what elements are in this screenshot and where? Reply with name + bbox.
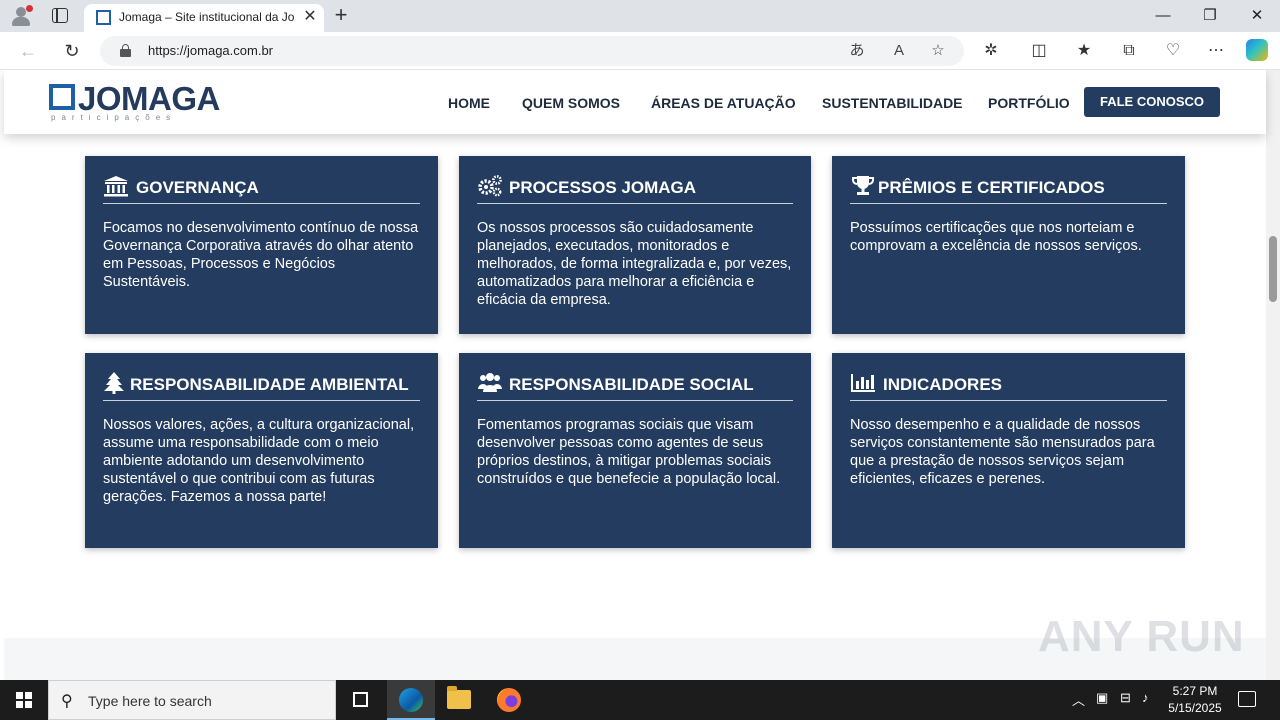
- card-text: Os nossos processos são cuidadosamente p…: [477, 220, 792, 308]
- search-icon: ⚲: [61, 693, 73, 710]
- network-icon[interactable]: ⊟: [1120, 690, 1131, 706]
- bar-chart-icon: [851, 374, 875, 392]
- card-text: Focamos no desenvolvimento contínuo de n…: [103, 220, 419, 290]
- card-title: RESPONSABILIDADE AMBIENTAL: [130, 375, 409, 394]
- gears-icon: [478, 175, 502, 197]
- tray-overflow-chevron-icon[interactable]: ︿: [1072, 690, 1085, 709]
- card-indicadores: INDICADORES Nosso desempenho e a qualida…: [832, 353, 1185, 548]
- users-icon: [478, 373, 502, 392]
- extensions-icon[interactable]: ✲: [979, 40, 1003, 62]
- lock-icon[interactable]: [120, 44, 131, 57]
- firefox-icon: [497, 688, 521, 712]
- nav-areas-de-atuacao[interactable]: ÁREAS DE ATUAÇÃO: [651, 95, 796, 111]
- copilot-icon[interactable]: [1246, 39, 1268, 61]
- card-responsabilidade-social: RESPONSABILIDADE SOCIAL Fomentamos progr…: [459, 353, 811, 548]
- tab-title: Jomaga – Site institucional da Jomaga: [119, 10, 294, 24]
- address-bar[interactable]: https://jomaga.com.br あ A ☆: [100, 36, 964, 66]
- folder-icon: [447, 686, 471, 709]
- read-aloud-icon[interactable]: A: [888, 41, 910, 61]
- logo-subtitle: participações: [51, 113, 177, 122]
- tree-icon: [104, 372, 124, 394]
- collections-icon[interactable]: ⧉: [1117, 40, 1141, 62]
- card-title: INDICADORES: [883, 375, 1003, 394]
- jomaga-favicon-icon: [96, 10, 111, 25]
- card-text: Nosso desempenho e a qualidade de nossos…: [850, 417, 1155, 487]
- card-title: PRÊMIOS E CERTIFICADOS: [878, 178, 1105, 197]
- trophy-icon: [852, 176, 874, 195]
- logo-square-icon: [49, 84, 75, 110]
- tab-close-button[interactable]: ✕: [301, 7, 319, 27]
- anyrun-watermark: ANY RUN: [1038, 612, 1245, 661]
- back-arrow-icon[interactable]: ←: [16, 39, 40, 63]
- nav-sustentabilidade[interactable]: SUSTENTABILIDADE: [822, 95, 963, 111]
- profile-icon[interactable]: [10, 5, 33, 27]
- tray-device-icon[interactable]: ▣: [1096, 690, 1108, 706]
- browser-toolbar: ← ↻ https://jomaga.com.br あ A ☆ ✲ ◫ ★ ⧉ …: [0, 32, 1280, 70]
- taskbar-firefox-button[interactable]: [485, 680, 533, 720]
- edge-icon: [399, 688, 423, 712]
- favorites-icon[interactable]: ★: [1072, 40, 1096, 62]
- card-governanca: GOVERNANÇA Focamos no desenvolvimento co…: [85, 156, 438, 334]
- split-screen-icon[interactable]: ◫: [1027, 40, 1051, 62]
- page-scrollbar[interactable]: [1266, 70, 1280, 680]
- jomaga-logo[interactable]: JOMAGA participações: [49, 80, 229, 125]
- taskbar-search-placeholder: Type here to search: [88, 693, 212, 709]
- card-premios-e-certificados: PRÊMIOS E CERTIFICADOS Possuímos certifi…: [832, 156, 1185, 334]
- card-divider: [103, 203, 420, 204]
- window-maximize-button[interactable]: ❐: [1187, 4, 1233, 28]
- translate-icon[interactable]: あ: [846, 41, 868, 61]
- bank-icon: [104, 176, 128, 197]
- taskbar-edge-button[interactable]: [387, 680, 435, 720]
- windows-start-icon[interactable]: [16, 692, 32, 708]
- card-text: Fomentamos programas sociais que visam d…: [477, 417, 781, 487]
- card-divider: [477, 400, 793, 401]
- fale-conosco-button[interactable]: FALE CONOSCO: [1084, 87, 1220, 117]
- card-title: RESPONSABILIDADE SOCIAL: [509, 375, 754, 394]
- volume-icon[interactable]: ♪: [1142, 690, 1149, 705]
- card-divider: [103, 400, 420, 401]
- tab-actions-icon[interactable]: [52, 8, 68, 23]
- card-divider: [850, 203, 1167, 204]
- url-text[interactable]: https://jomaga.com.br: [148, 43, 273, 58]
- card-divider: [850, 400, 1167, 401]
- card-title: GOVERNANÇA: [136, 178, 259, 197]
- taskbar-clock[interactable]: 5:27 PM 5/15/2025: [1160, 683, 1230, 717]
- task-view-icon: [353, 692, 368, 707]
- card-responsabilidade-ambiental: RESPONSABILIDADE AMBIENTAL Nossos valore…: [85, 353, 438, 548]
- clock-date: 5/15/2025: [1168, 701, 1222, 715]
- window-minimize-button[interactable]: —: [1140, 4, 1186, 28]
- card-title: PROCESSOS JOMAGA: [509, 178, 697, 197]
- taskbar-file-explorer-button[interactable]: [435, 680, 483, 720]
- page-viewport: JOMAGA participações HOME QUEM SOMOS ÁRE…: [0, 70, 1280, 680]
- taskbar-search-box[interactable]: ⚲ Type here to search: [48, 680, 336, 720]
- nav-portfolio[interactable]: PORTFÓLIO: [988, 95, 1070, 111]
- nav-quem-somos[interactable]: QUEM SOMOS: [522, 95, 620, 111]
- task-view-button[interactable]: [336, 680, 384, 720]
- more-menu-icon[interactable]: ⋯: [1204, 40, 1228, 62]
- card-processos-jomaga: PROCESSOS JOMAGA Os nossos processos são…: [459, 156, 811, 334]
- site-header: JOMAGA participações HOME QUEM SOMOS ÁRE…: [4, 70, 1266, 134]
- browser-tab-strip: Jomaga – Site institucional da Jomaga ✕ …: [0, 0, 1280, 32]
- clock-time: 5:27 PM: [1172, 684, 1218, 698]
- favorite-star-icon[interactable]: ☆: [927, 41, 949, 61]
- card-text: Nossos valores, ações, a cultura organiz…: [103, 417, 415, 505]
- browser-essentials-icon[interactable]: ♡: [1161, 40, 1185, 62]
- scrollbar-thumb[interactable]: [1269, 236, 1277, 302]
- browser-tab-active[interactable]: Jomaga – Site institucional da Jomaga ✕: [84, 4, 324, 32]
- card-text: Possuímos certificações que nos norteiam…: [850, 220, 1142, 254]
- card-divider: [477, 203, 793, 204]
- nav-home[interactable]: HOME: [448, 95, 490, 111]
- new-tab-button[interactable]: +: [330, 4, 352, 26]
- refresh-icon[interactable]: ↻: [60, 39, 84, 63]
- windows-taskbar: ⚲ Type here to search ︿ ▣ ⊟ ♪ 5:27 PM 5/…: [0, 680, 1280, 720]
- notification-center-icon[interactable]: [1238, 691, 1256, 707]
- window-close-button[interactable]: ✕: [1234, 4, 1280, 28]
